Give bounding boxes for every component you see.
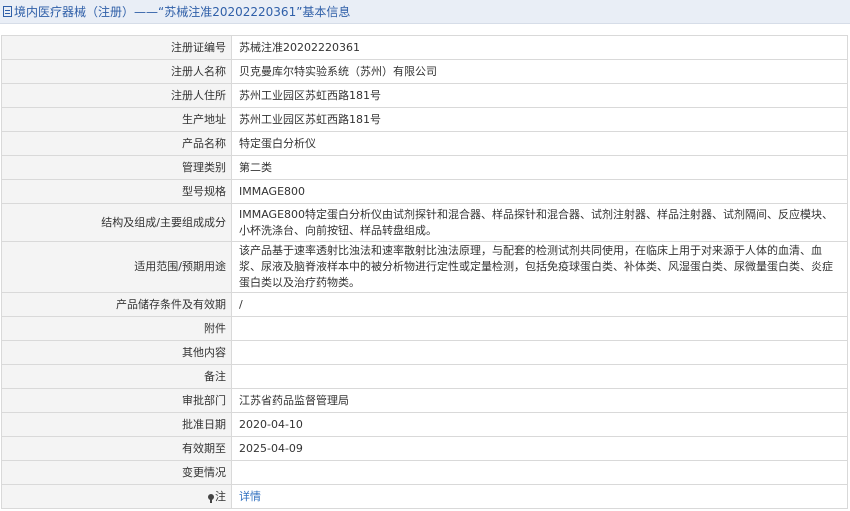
table-row: 批准日期 2020-04-10: [1, 412, 848, 437]
row-label: 备注: [1, 364, 232, 389]
row-value: 2025-04-09: [231, 436, 848, 461]
row-label: 审批部门: [1, 388, 232, 413]
row-value: [231, 460, 848, 485]
table-row: 注册人名称 贝克曼库尔特实验系统（苏州）有限公司: [1, 59, 848, 84]
row-value: 贝克曼库尔特实验系统（苏州）有限公司: [231, 59, 848, 84]
pin-icon: [208, 493, 214, 503]
row-label: 有效期至: [1, 436, 232, 461]
row-label: 适用范围/预期用途: [1, 241, 232, 293]
row-label: 其他内容: [1, 340, 232, 365]
table-row: 结构及组成/主要组成成分 IMMAGE800特定蛋白分析仪由试剂探针和混合器、样…: [1, 203, 848, 242]
row-label: 附件: [1, 316, 232, 341]
row-value: 江苏省药品监督管理局: [231, 388, 848, 413]
row-label: 注册人名称: [1, 59, 232, 84]
row-label: 变更情况: [1, 460, 232, 485]
details-link[interactable]: 详情: [239, 490, 261, 503]
page-title: 境内医疗器械（注册）——“苏械注准20202220361”基本信息: [14, 5, 351, 19]
table-row: 产品储存条件及有效期 /: [1, 292, 848, 317]
info-table: 注册证编号 苏械注准20202220361 注册人名称 贝克曼库尔特实验系统（苏…: [1, 35, 848, 509]
row-value: [231, 316, 848, 341]
row-value: 该产品基于速率透射比浊法和速率散射比浊法原理，与配套的检测试剂共同使用，在临床上…: [231, 241, 848, 293]
note-label-cell: 注: [1, 484, 232, 509]
row-label: 注册人住所: [1, 83, 232, 108]
row-value: 第二类: [231, 155, 848, 180]
row-value: [231, 340, 848, 365]
row-label: 生产地址: [1, 107, 232, 132]
table-row: 备注: [1, 364, 848, 389]
row-label: 批准日期: [1, 412, 232, 437]
row-value: 2020-04-10: [231, 412, 848, 437]
table-row: 有效期至 2025-04-09: [1, 436, 848, 461]
table-row: 注册证编号 苏械注准20202220361: [1, 35, 848, 60]
row-value: 苏州工业园区苏虹西路181号: [231, 83, 848, 108]
row-value: 苏械注准20202220361: [231, 35, 848, 60]
row-value: 苏州工业园区苏虹西路181号: [231, 107, 848, 132]
row-label: 产品名称: [1, 131, 232, 156]
row-label: 产品储存条件及有效期: [1, 292, 232, 317]
row-value: IMMAGE800: [231, 179, 848, 204]
table-row: 注册人住所 苏州工业园区苏虹西路181号: [1, 83, 848, 108]
page-title-bar: 境内医疗器械（注册）——“苏械注准20202220361”基本信息: [0, 0, 850, 24]
note-label: 注: [215, 489, 226, 503]
table-row: 变更情况: [1, 460, 848, 485]
table-row: 适用范围/预期用途 该产品基于速率透射比浊法和速率散射比浊法原理，与配套的检测试…: [1, 241, 848, 293]
row-label: 型号规格: [1, 179, 232, 204]
note-value-cell: 详情: [231, 484, 848, 509]
note-row: 注 详情: [1, 484, 848, 509]
row-label: 管理类别: [1, 155, 232, 180]
table-row: 产品名称 特定蛋白分析仪: [1, 131, 848, 156]
row-label: 结构及组成/主要组成成分: [1, 203, 232, 242]
table-row: 附件: [1, 316, 848, 341]
document-icon: [3, 6, 12, 17]
table-row: 管理类别 第二类: [1, 155, 848, 180]
table-row: 审批部门 江苏省药品监督管理局: [1, 388, 848, 413]
row-label: 注册证编号: [1, 35, 232, 60]
table-row: 生产地址 苏州工业园区苏虹西路181号: [1, 107, 848, 132]
row-value: 特定蛋白分析仪: [231, 131, 848, 156]
row-value: IMMAGE800特定蛋白分析仪由试剂探针和混合器、样品探针和混合器、试剂注射器…: [231, 203, 848, 242]
row-value: /: [231, 292, 848, 317]
table-row: 型号规格 IMMAGE800: [1, 179, 848, 204]
table-row: 其他内容: [1, 340, 848, 365]
row-value: [231, 364, 848, 389]
